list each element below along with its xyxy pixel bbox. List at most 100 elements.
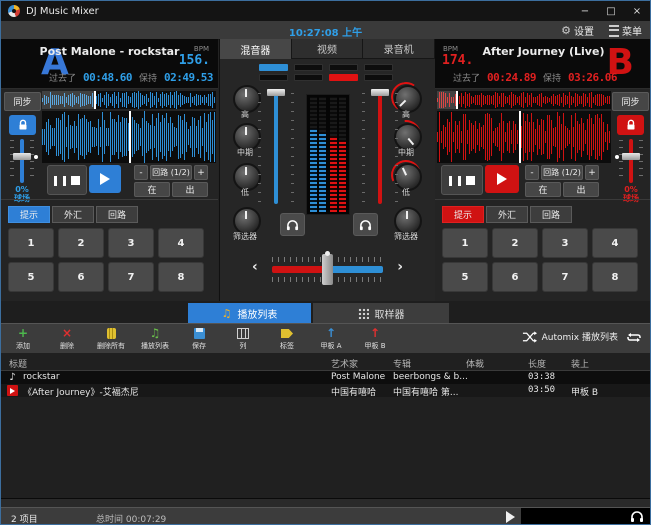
- deck-b-pitch-lock-button[interactable]: [617, 115, 644, 135]
- deck-a-sync-button[interactable]: 同步: [4, 92, 41, 111]
- deck-b-play-button[interactable]: [485, 165, 519, 193]
- col-album[interactable]: 专辑: [393, 357, 411, 370]
- deck-b-pad-5[interactable]: 5: [442, 262, 488, 292]
- deck-b-loop-in-button[interactable]: 在: [525, 182, 561, 197]
- playhead: [94, 91, 96, 109]
- deck-b-main-waveform[interactable]: [437, 111, 611, 163]
- deck-a-pad-5[interactable]: 5: [8, 262, 54, 292]
- deck-a-loop-out-button[interactable]: 出: [172, 182, 208, 197]
- crossfader-right-arrow[interactable]: ›: [397, 259, 403, 275]
- deck-a-loop-double-button[interactable]: +: [194, 165, 208, 180]
- deck-a-play-button[interactable]: [89, 165, 121, 193]
- add-button[interactable]: + 添加: [1, 325, 45, 353]
- deck-a-pad-7[interactable]: 7: [108, 262, 154, 292]
- crossfader-left-arrow[interactable]: ‹: [252, 259, 258, 275]
- col-artist[interactable]: 艺术家: [331, 357, 358, 370]
- deck-b-header: B After Journey (Live) BPM 174. 过去了 00:2…: [435, 39, 651, 89]
- playlist-button[interactable]: ♫ 播放列表: [133, 325, 177, 353]
- pitch-handle[interactable]: [622, 153, 640, 160]
- delete-all-button[interactable]: 删除所有: [89, 325, 133, 353]
- tab-recorder[interactable]: 录音机: [363, 39, 435, 59]
- tab-mixer[interactable]: 混音器: [220, 39, 292, 59]
- save-button[interactable]: 保存: [177, 325, 221, 353]
- col-length[interactable]: 长度: [528, 357, 546, 370]
- deck-b-tab-cue[interactable]: 提示: [442, 206, 484, 223]
- deck-a-pause-stop-button[interactable]: [47, 165, 87, 195]
- crossfader[interactable]: ‹ ›: [220, 251, 435, 291]
- col-title[interactable]: 标题: [9, 357, 27, 370]
- deck-a-pad-3[interactable]: 3: [108, 228, 154, 258]
- deck-b-headphone-cue-button[interactable]: [353, 213, 378, 236]
- preview-play-button[interactable]: [501, 510, 519, 524]
- pitch-zero-dot: [615, 155, 619, 159]
- tab-sampler[interactable]: 取样器: [313, 303, 449, 323]
- app-logo-icon: [8, 5, 20, 17]
- deck-b-pad-7[interactable]: 7: [542, 262, 588, 292]
- deck-b-pad-8[interactable]: 8: [592, 262, 638, 292]
- deck-a-volume-fader[interactable]: [264, 89, 288, 207]
- deck-b-volume-fader[interactable]: [368, 89, 392, 207]
- delete-button[interactable]: × 删除: [45, 325, 89, 353]
- pitch-handle[interactable]: [13, 153, 31, 160]
- deck-a-pitch-lock-button[interactable]: [9, 115, 36, 135]
- deck-a-pad-4[interactable]: 4: [158, 228, 204, 258]
- tab-playlist[interactable]: ♫ 播放列表: [188, 303, 311, 323]
- maximize-button[interactable]: □: [598, 1, 624, 21]
- fader-handle[interactable]: [371, 89, 389, 96]
- vu-meter-a: [310, 129, 317, 212]
- crossfader-handle[interactable]: [322, 254, 333, 285]
- col-deck[interactable]: 装上: [571, 357, 589, 370]
- deck-a-overview-waveform[interactable]: [42, 91, 216, 109]
- tag-button[interactable]: 标签: [265, 325, 309, 353]
- load-deck-b-button[interactable]: ↑ 甲板 B: [353, 325, 397, 353]
- deck-a-pad-6[interactable]: 6: [58, 262, 104, 292]
- table-row[interactable]: 《After Journey》-艾福杰尼 中国有嘻哈 中国有嘻哈 第... 03…: [1, 384, 650, 397]
- deck-b-loop-half-button[interactable]: -: [525, 165, 539, 180]
- menu-button[interactable]: 菜单: [609, 23, 642, 38]
- deck-b-overview-waveform[interactable]: [437, 91, 611, 109]
- deck-a-loop-length[interactable]: 回路 (1/2): [150, 165, 192, 180]
- deck-a-pad-1[interactable]: 1: [8, 228, 54, 258]
- deck-b-pad-6[interactable]: 6: [492, 262, 538, 292]
- col-genre[interactable]: 体裁: [466, 357, 484, 370]
- deck-a-loop-half-button[interactable]: -: [134, 165, 148, 180]
- deck-b-elapsed-value: 00:24.89: [487, 71, 536, 84]
- fader-handle[interactable]: [267, 89, 285, 96]
- deck-b-pad-3[interactable]: 3: [542, 228, 588, 258]
- deck-a-tab-loop[interactable]: 回路: [96, 206, 138, 223]
- deck-a-main-waveform[interactable]: [42, 111, 216, 163]
- close-button[interactable]: ×: [624, 1, 650, 21]
- settings-button[interactable]: ⚙ 设置: [561, 23, 594, 38]
- deck-b-loop-length[interactable]: 回路 (1/2): [541, 165, 583, 180]
- deck-b-pause-stop-button[interactable]: [441, 165, 483, 195]
- horizontal-scrollbar[interactable]: [1, 498, 650, 507]
- deck-a-pad-8[interactable]: 8: [158, 262, 204, 292]
- repeat-button[interactable]: [624, 330, 644, 345]
- columns-button[interactable]: 列: [221, 325, 265, 353]
- deck-b-loop-out-button[interactable]: 出: [563, 182, 599, 197]
- minimize-button[interactable]: −: [572, 1, 598, 21]
- tab-video[interactable]: 视频: [292, 39, 364, 59]
- filter-label: 筛选器: [378, 231, 434, 242]
- deck-b-loop-double-button[interactable]: +: [585, 165, 599, 180]
- lock-icon: [17, 119, 29, 131]
- up-arrow-b-icon: ↑: [370, 327, 380, 341]
- deck-b-pitch-slider[interactable]: [610, 139, 651, 183]
- deck-b-sync-button[interactable]: 同步: [612, 92, 649, 111]
- deck-a-tab-cue[interactable]: 提示: [8, 206, 50, 223]
- deck-a-elapsed-value: 00:48.60: [83, 71, 132, 84]
- table-row[interactable]: ♪ rockstar Post Malone beerbongs & b... …: [1, 371, 650, 384]
- deck-b-pad-4[interactable]: 4: [592, 228, 638, 258]
- deck-a-pitch-slider[interactable]: [1, 139, 43, 183]
- deck-b-tab-fx[interactable]: 外汇: [486, 206, 528, 223]
- load-deck-a-button[interactable]: ↑ 甲板 A: [309, 325, 353, 353]
- deck-a-pad-2[interactable]: 2: [58, 228, 104, 258]
- deck-b-pad-2[interactable]: 2: [492, 228, 538, 258]
- deck-a-tab-fx[interactable]: 外汇: [52, 206, 94, 223]
- deck-b-pad-1[interactable]: 1: [442, 228, 488, 258]
- deck-b-tab-loop[interactable]: 回路: [530, 206, 572, 223]
- deck-a-loop-in-button[interactable]: 在: [134, 182, 170, 197]
- deck-a-headphone-cue-button[interactable]: [280, 213, 305, 236]
- deck-b-times: 过去了 00:24.89 保持 03:26.06: [453, 71, 617, 84]
- automix-button[interactable]: Automix 播放列表: [522, 330, 618, 343]
